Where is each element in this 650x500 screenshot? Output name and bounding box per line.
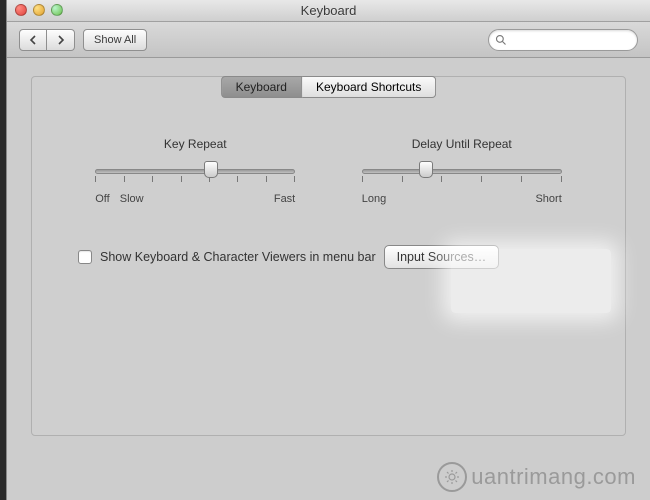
preferences-window: Keyboard Show All Keyboard Keyboard Shor… bbox=[6, 0, 650, 500]
slider-knob[interactable] bbox=[204, 161, 218, 178]
input-sources-button[interactable]: Input Sources… bbox=[384, 245, 500, 269]
tab-bar: Keyboard Keyboard Shortcuts bbox=[221, 76, 437, 98]
watermark: uantrimang.com bbox=[437, 462, 636, 492]
search-icon bbox=[495, 34, 507, 46]
checkbox-row: Show Keyboard & Character Viewers in men… bbox=[78, 245, 605, 269]
key-repeat-fast: Fast bbox=[274, 193, 295, 205]
window-title: Keyboard bbox=[301, 3, 357, 18]
back-button[interactable] bbox=[19, 29, 47, 51]
delay-group: Delay Until Repeat Long Short bbox=[362, 137, 562, 205]
show-viewers-checkbox[interactable] bbox=[78, 250, 92, 264]
lightbulb-icon bbox=[437, 462, 467, 492]
sliders-row: Key Repeat Off Slow Fast bbox=[32, 137, 625, 205]
slider-knob[interactable] bbox=[419, 161, 433, 178]
key-repeat-label: Key Repeat bbox=[95, 137, 295, 151]
tab-keyboard[interactable]: Keyboard bbox=[221, 76, 302, 98]
key-repeat-slow: Slow bbox=[120, 193, 144, 205]
settings-panel: Keyboard Keyboard Shortcuts Key Repeat O… bbox=[31, 76, 626, 436]
nav-segment bbox=[19, 29, 75, 51]
zoom-icon[interactable] bbox=[51, 4, 63, 16]
chevron-right-icon bbox=[57, 35, 65, 45]
show-viewers-label: Show Keyboard & Character Viewers in men… bbox=[100, 250, 376, 264]
show-all-button[interactable]: Show All bbox=[83, 29, 147, 51]
delay-short: Short bbox=[535, 193, 561, 205]
minimize-icon[interactable] bbox=[33, 4, 45, 16]
close-icon[interactable] bbox=[15, 4, 27, 16]
key-repeat-slider[interactable] bbox=[95, 165, 295, 189]
content-area: Keyboard Keyboard Shortcuts Key Repeat O… bbox=[7, 58, 650, 454]
toolbar: Show All bbox=[7, 22, 650, 58]
tab-shortcuts[interactable]: Keyboard Shortcuts bbox=[302, 76, 436, 98]
forward-button[interactable] bbox=[47, 29, 75, 51]
delay-label: Delay Until Repeat bbox=[362, 137, 562, 151]
search-input[interactable] bbox=[511, 33, 631, 47]
chevron-left-icon bbox=[29, 35, 37, 45]
delay-long: Long bbox=[362, 193, 386, 205]
key-repeat-off: Off bbox=[95, 193, 109, 205]
titlebar: Keyboard bbox=[7, 0, 650, 22]
watermark-text: uantrimang.com bbox=[471, 464, 636, 490]
traffic-lights bbox=[15, 4, 63, 16]
key-repeat-group: Key Repeat Off Slow Fast bbox=[95, 137, 295, 205]
search-field[interactable] bbox=[488, 29, 638, 51]
delay-slider[interactable] bbox=[362, 165, 562, 189]
